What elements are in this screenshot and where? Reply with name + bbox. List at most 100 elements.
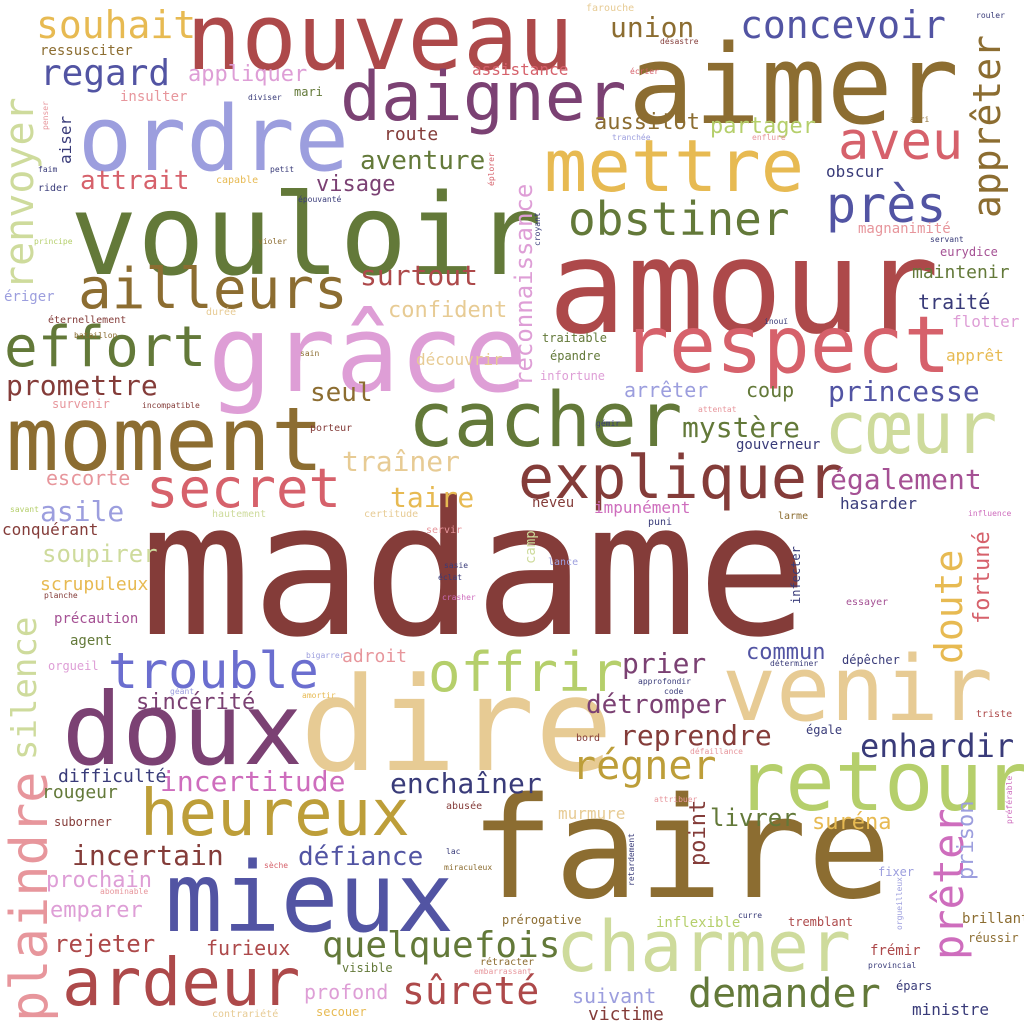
word-mari: mari (294, 85, 323, 99)
word-gemir: gémir (596, 419, 621, 428)
word-reprendre: reprendre (620, 719, 772, 752)
word-decouvrir: découvrir (416, 350, 503, 369)
word-seche: sèche (264, 861, 289, 870)
word-conquerant: conquérant (2, 520, 99, 539)
word-abri: abri (910, 115, 930, 124)
word-enchainer: enchaîner (390, 767, 542, 800)
word-suborner: suborner (54, 815, 112, 829)
word-adroit: adroit (342, 646, 408, 667)
word-eclat: éclat (438, 573, 463, 582)
word-aiser: aiser (56, 115, 75, 164)
word-promettre: promettre (6, 369, 158, 402)
word-detromper: détromper (586, 690, 727, 720)
word-obscur: obscur (826, 162, 884, 181)
word-croyant: croyant (533, 212, 542, 246)
word-secouer: secouer (316, 1005, 367, 1019)
word-furieux: furieux (206, 936, 291, 960)
word-essayer: essayer (846, 597, 889, 608)
word-ministre: ministre (912, 1000, 990, 1019)
word-demander: demander (688, 971, 881, 1017)
word-planche: planche (44, 591, 78, 600)
word-curre: curre (738, 911, 763, 920)
word-faim: faim (38, 165, 58, 174)
word-tranchee: tranchée (612, 133, 651, 142)
word-insulter: insulter (120, 89, 188, 105)
word-plaindre: plaindre (0, 771, 60, 1022)
word-visible: visible (342, 961, 393, 975)
word-precaution: précaution (54, 611, 139, 627)
word-capable: capable (216, 175, 259, 186)
word-tremblant: tremblant (788, 915, 854, 929)
word-egalement: également (830, 463, 982, 496)
word-soupirer: soupirer (42, 540, 158, 568)
word-bigarrer: bigarrer (306, 651, 345, 660)
word-servir: servir (426, 525, 463, 536)
word-crasher: crasher (442, 593, 476, 602)
word-principe: principe (34, 237, 73, 246)
word-certitude: certitude (364, 509, 419, 520)
word-epandre: épandre (550, 349, 601, 363)
word-retardement: retardement (627, 833, 636, 886)
word-sasie: sasie (444, 561, 469, 570)
word-regard: regard (40, 53, 171, 94)
word-silence: silence (5, 616, 45, 760)
word-abominable: abominable (100, 887, 149, 896)
word-infecter: infecter (789, 546, 803, 604)
word-sincerite: sincérité (136, 690, 256, 715)
word-rouler: rouler (976, 11, 1005, 20)
word-defaillance: défaillance (690, 747, 743, 756)
word-profond: profond (304, 980, 389, 1004)
word-coup: coup (746, 378, 795, 402)
word-cloud: madame amour vouloir faire dire aimer no… (0, 0, 1024, 1024)
word-inoui: inouï (764, 317, 789, 326)
word-princesse: princesse (828, 375, 980, 408)
word-murmure: murmure (558, 804, 626, 823)
word-infortune: infortune (540, 369, 606, 383)
word-flotter: flotter (952, 312, 1020, 331)
word-incertitude: incertitude (160, 765, 346, 798)
word-aventure: aventure (360, 146, 486, 176)
word-miraculeux: miraculeux (444, 863, 493, 872)
word-diviser: diviser (248, 93, 282, 102)
word-brillant: brillant (962, 911, 1024, 927)
word-concevoir: concevoir (740, 3, 946, 47)
word-escorte: escorte (46, 466, 131, 490)
word-traite: traité (918, 290, 991, 314)
word-epouvante: épouvanté (298, 195, 342, 204)
word-taire: taire (390, 481, 475, 514)
word-eriger: ériger (4, 289, 55, 305)
word-visage: visage (316, 172, 396, 197)
word-trouble: trouble (108, 642, 319, 700)
word-fremir: frémir (870, 943, 921, 959)
word-farouche: farouche (586, 3, 635, 14)
word-surtout: surtout (360, 259, 479, 292)
word-bord: bord (576, 733, 601, 744)
word-obstiner: obstiner (568, 192, 790, 246)
word-abusee: abusée (446, 801, 483, 812)
word-magnanimite: magnanimité (858, 221, 951, 237)
word-suivant: suivant (572, 984, 657, 1008)
word-ressusciter: ressusciter (40, 43, 133, 59)
word-surena: suréna (812, 810, 892, 835)
word-porteur: porteur (310, 423, 353, 434)
word-arreter: arrêter (624, 378, 709, 402)
word-defiance: défiance (298, 842, 424, 872)
word-lance: lance (548, 557, 579, 568)
word-appliquer: appliquer (188, 62, 308, 87)
word-amortir: amortir (302, 691, 336, 700)
word-assistance: assistance (472, 60, 569, 79)
word-fortune: fortuné (970, 531, 995, 624)
word-souhait: souhait (36, 3, 197, 47)
word-livrer: livrer (710, 804, 797, 832)
word-savant: savant (10, 505, 39, 514)
word-depecher: dépêcher (842, 653, 900, 667)
word-code: code (664, 687, 684, 696)
word-attrait: attrait (80, 166, 190, 196)
word-neveu: neveu (532, 495, 575, 511)
word-hautement: hautement (212, 509, 267, 520)
word-victime: victime (588, 1004, 664, 1024)
word-camp: camp (523, 530, 539, 564)
word-rejeter: rejeter (54, 930, 156, 958)
word-contrariete: contrariété (212, 1009, 279, 1020)
word-duree: durée (206, 307, 237, 318)
